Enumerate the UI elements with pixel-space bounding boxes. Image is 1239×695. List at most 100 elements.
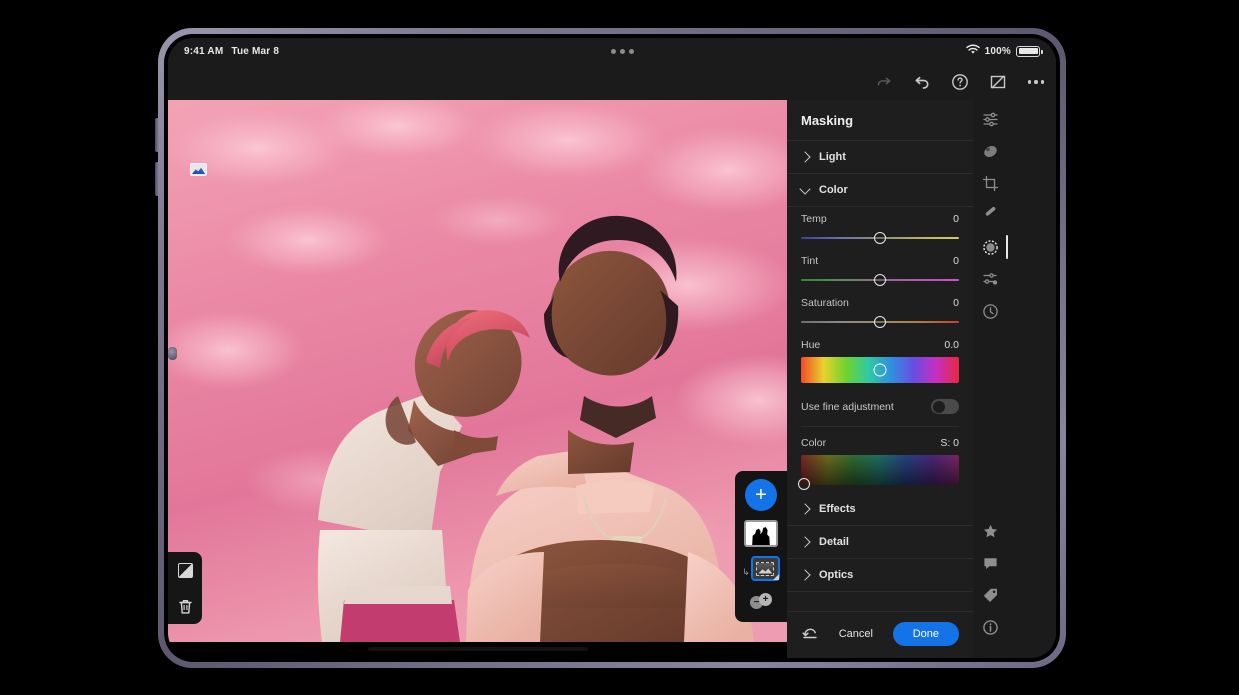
section-effects-label: Effects (819, 503, 856, 515)
chevron-right-icon (799, 503, 811, 515)
panel-footer: Cancel Done (787, 611, 973, 658)
undo-icon[interactable] (912, 72, 932, 92)
section-detail-label: Detail (819, 536, 849, 548)
reset-icon[interactable] (801, 627, 819, 641)
slider-saturation[interactable]: Saturation 0 (801, 297, 959, 329)
slider-saturation-label: Saturation (801, 297, 849, 309)
comment-icon[interactable] (981, 554, 999, 572)
tag-icon[interactable] (981, 586, 999, 604)
slider-tint[interactable]: Tint 0 (801, 255, 959, 287)
color-picker-label: Color (801, 437, 827, 449)
photo-canvas[interactable]: + ↳ − + (168, 100, 787, 658)
slider-temp-knob[interactable] (874, 232, 886, 244)
color-picker-value: S: 0 (940, 437, 959, 449)
crop-icon[interactable] (981, 174, 999, 192)
color-picker-label-row: Color S: 0 (801, 437, 959, 449)
slider-hue-knob[interactable] (873, 363, 887, 377)
volume-down-button[interactable] (155, 162, 159, 196)
masking-icon[interactable] (981, 235, 1008, 259)
tablet-device-frame: 9:41 AM Tue Mar 8 100% + ↳ − + Masking L… (155, 28, 1066, 668)
photo-thumbnail-icon[interactable] (190, 163, 207, 176)
slider-hue-value: 0.0 (944, 339, 959, 351)
fine-adjustment-row[interactable]: Use fine adjustment (801, 395, 959, 427)
hue-gradient-track[interactable] (801, 357, 959, 383)
add-mask-icon[interactable]: + (745, 479, 777, 511)
tablet-bezel: 9:41 AM Tue Mar 8 100% + ↳ − + Masking L… (164, 34, 1060, 662)
compare-original-icon[interactable] (988, 72, 1008, 92)
slider-tint-label-row: Tint 0 (801, 255, 959, 267)
slider-temp-track[interactable] (801, 231, 959, 245)
slider-hue-label: Hue (801, 339, 821, 351)
slider-tint-knob[interactable] (874, 274, 886, 286)
edit-sliders-icon[interactable] (981, 110, 999, 128)
slider-hue[interactable]: Hue 0.0 (801, 339, 959, 383)
slider-temp-label: Temp (801, 213, 827, 225)
tools-rail (973, 100, 1008, 658)
battery-icon (1016, 45, 1043, 57)
redo-icon[interactable] (874, 72, 894, 92)
status-bar: 9:41 AM Tue Mar 8 100% (168, 38, 1056, 64)
color-picker-knob[interactable] (798, 477, 811, 490)
color-picker-block: Color S: 0 (798, 427, 959, 490)
slider-saturation-label-row: Saturation 0 (801, 297, 959, 309)
color-section-body: Temp 0 Tint 0 Saturation 0 Hue 0.0 Use f… (787, 207, 973, 493)
multitask-handle-icon[interactable] (279, 48, 965, 54)
history-icon[interactable] (981, 302, 999, 320)
screenshot-root: 9:41 AM Tue Mar 8 100% + ↳ − + Masking L… (0, 0, 1239, 695)
slider-tint-label: Tint (801, 255, 819, 267)
chevron-right-icon (799, 151, 811, 163)
trash-icon[interactable] (175, 596, 195, 616)
section-effects[interactable]: Effects (787, 493, 973, 526)
submask-row: ↳ (735, 556, 787, 581)
submask-branch-icon: ↳ (742, 567, 750, 577)
presets-icon[interactable] (981, 270, 999, 288)
status-bar-left: 9:41 AM Tue Mar 8 (184, 46, 279, 57)
volume-up-button[interactable] (155, 118, 159, 152)
wifi-icon (965, 44, 980, 58)
done-button[interactable]: Done (892, 622, 959, 646)
invert-mask-icon[interactable] (175, 560, 195, 580)
section-optics[interactable]: Optics (787, 559, 973, 592)
slider-saturation-track[interactable] (801, 315, 959, 329)
help-icon[interactable] (950, 72, 970, 92)
workspace: + ↳ − + Masking Light Color Temp 0 Tint … (168, 100, 1056, 658)
section-color[interactable]: Color (787, 174, 973, 207)
section-color-label: Color (819, 184, 848, 196)
brush-retouch-icon[interactable] (981, 206, 999, 224)
power-button[interactable] (168, 347, 177, 360)
subject-mask-chip[interactable] (750, 556, 780, 581)
fine-adjustment-label: Use fine adjustment (801, 400, 894, 413)
slider-saturation-knob[interactable] (874, 316, 886, 328)
section-detail[interactable]: Detail (787, 526, 973, 559)
slider-hue-label-row: Hue 0.0 (801, 339, 959, 351)
star-rating-icon[interactable] (981, 522, 999, 540)
fine-adjustment-toggle[interactable] (931, 399, 959, 414)
slider-temp[interactable]: Temp 0 (801, 213, 959, 245)
more-options-icon[interactable] (1026, 72, 1046, 92)
mask-actions-toolbar (168, 552, 202, 624)
slider-tint-track[interactable] (801, 273, 959, 287)
panel-spacer (787, 592, 973, 611)
section-optics-label: Optics (819, 569, 854, 581)
info-icon[interactable] (981, 618, 999, 636)
chevron-right-icon (799, 569, 811, 581)
app-toolbar (168, 64, 1056, 100)
color-picker-field[interactable] (798, 455, 959, 490)
add-subtract-icon[interactable]: − + (750, 593, 772, 612)
section-light-label: Light (819, 151, 846, 163)
healing-icon[interactable] (981, 142, 999, 160)
mask-list-toolbar: + ↳ − + (735, 471, 787, 622)
chevron-down-icon (799, 182, 811, 195)
cancel-button[interactable]: Cancel (839, 628, 873, 640)
status-bar-right: 100% (965, 44, 1043, 58)
panel-title: Masking (787, 100, 973, 141)
chevron-right-icon (799, 536, 811, 548)
handle-dot (610, 48, 616, 54)
slider-saturation-value: 0 (953, 297, 959, 309)
status-time: 9:41 AM (184, 45, 224, 57)
edited-photo (168, 100, 787, 658)
tablet-screen: 9:41 AM Tue Mar 8 100% + ↳ − + Masking L… (168, 38, 1056, 658)
add-mask-small-icon: + (759, 593, 772, 606)
section-light[interactable]: Light (787, 141, 973, 174)
mask-preview-thumbnail[interactable] (744, 520, 778, 547)
